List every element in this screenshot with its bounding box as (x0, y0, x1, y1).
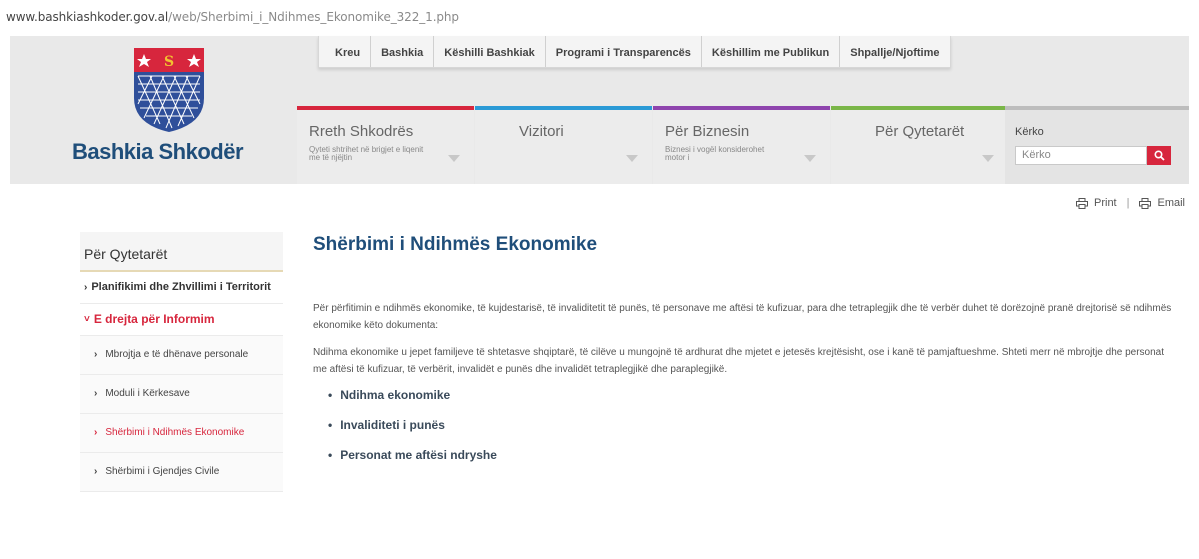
category-tabs: Rreth Shkodrës Qyteti shtrihet në brigje… (297, 106, 1009, 184)
tab-per-qytetaret[interactable]: Për Qytetarët (831, 106, 1008, 184)
list-item[interactable]: • Ndihma ekonomike (328, 388, 1173, 402)
chevron-down-icon[interactable] (626, 155, 638, 162)
chevron-right-icon: › (94, 427, 98, 438)
chevron-down-icon: ˅ (84, 314, 90, 325)
separator: | (1126, 197, 1130, 209)
sidebar-subitem-moduli[interactable]: › Moduli i Kërkesave (80, 375, 283, 414)
email-link[interactable]: Email (1157, 197, 1185, 209)
chevron-right-icon: › (84, 282, 88, 293)
sidebar-heading: Për Qytetarët (80, 232, 283, 272)
sidebar-subitem-gjendja-civile[interactable]: › Shërbimi i Gjendjes Civile (80, 453, 283, 492)
chevron-down-icon[interactable] (982, 155, 994, 162)
sidebar-item-planifikimi[interactable]: › Planifikimi dhe Zhvillimi i Territorit (80, 272, 283, 304)
sidebar-item-label: E drejta për Informim (93, 312, 215, 326)
sidebar: Për Qytetarët › Planifikimi dhe Zhvillim… (80, 232, 283, 492)
tab-subtitle: Biznesi i vogël konsiderohet motor i (665, 145, 765, 162)
sidebar-subitem-label: Shërbimi i Gjendjes Civile (105, 466, 220, 477)
list-item[interactable]: • Personat me aftësi ndryshe (328, 448, 1173, 462)
url-path: /web/Sherbimi_i_Ndihmes_Ekonomike_322_1.… (168, 10, 459, 24)
chevron-down-icon[interactable] (448, 155, 460, 162)
site-header: S Bashkia Shkodër Kreu Bashkia Këshilli … (10, 36, 1189, 184)
tab-title: Për Biznesin (665, 123, 750, 140)
top-menu-item[interactable]: Programi i Transparencës (544, 36, 701, 67)
search-panel: Kërko Kërko (1005, 106, 1189, 184)
chevron-down-icon[interactable] (804, 155, 816, 162)
email-icon[interactable] (1139, 197, 1152, 209)
printer-icon[interactable] (1076, 197, 1088, 209)
tab-title: Rreth Shkodrës (309, 123, 414, 140)
tab-color-bar (475, 106, 652, 110)
bullet-icon: • (328, 418, 333, 432)
sidebar-subitem-sherbimi-ndihmes[interactable]: › Shërbimi i Ndihmës Ekonomike (80, 414, 283, 453)
page-title: Shërbimi i Ndihmës Ekonomike (313, 234, 598, 255)
search-label: Kërko (1015, 126, 1044, 138)
tab-per-biznesin[interactable]: Për Biznesin Biznesi i vogël konsiderohe… (653, 106, 830, 184)
sidebar-item-e-drejta-per-informim[interactable]: ˅ E drejta për Informim (80, 304, 283, 336)
tab-color-bar (297, 106, 474, 110)
search-color-bar (1005, 106, 1189, 110)
brand-name: Bashkia Shkodër (72, 139, 244, 164)
top-menu-item[interactable]: Kreu (319, 36, 370, 67)
top-menu-item[interactable]: Këshilli Bashkiak (433, 36, 545, 67)
tab-color-bar (653, 106, 830, 110)
chevron-right-icon: › (94, 388, 98, 399)
search-input[interactable]: Kërko (1015, 146, 1147, 165)
link-ndihma-ekonomike[interactable]: Ndihma ekonomike (340, 388, 450, 402)
top-menu-item[interactable]: Këshillim me Publikun (700, 36, 839, 67)
tab-rreth-shkodres[interactable]: Rreth Shkodrës Qyteti shtrihet në brigje… (297, 106, 474, 184)
url-host: www.bashkiashkoder.gov.al (6, 10, 169, 24)
sidebar-subitem-label: Mbrojtja e të dhënave personale (105, 349, 249, 360)
search-button[interactable] (1147, 146, 1171, 165)
sidebar-subitem-mbrojtja[interactable]: › Mbrojtja e të dhënave personale (80, 336, 283, 375)
crest-letter: S (164, 54, 174, 70)
print-link[interactable]: Print (1094, 197, 1117, 209)
chevron-right-icon: › (94, 466, 98, 477)
city-crest-icon: S (134, 48, 204, 132)
top-menu-item[interactable]: Bashkia (370, 36, 433, 67)
bullet-icon: • (328, 388, 333, 402)
tab-title: Për Qytetarët (875, 123, 965, 140)
list-item[interactable]: • Invaliditeti i punës (328, 418, 1173, 432)
document-links: • Ndihma ekonomike • Invaliditeti i punës … (328, 388, 1173, 462)
utility-links: Print | Email (1076, 197, 1185, 209)
description-paragraph: Ndihma ekonomike u jepet familjeve të sh… (313, 347, 1165, 375)
logo-area[interactable]: S Bashkia Shkodër (10, 36, 295, 184)
sidebar-item-label: Planifikimi dhe Zhvillimi i Territorit (91, 281, 271, 293)
chevron-right-icon: › (94, 349, 98, 360)
main-content: Shërbimi i Ndihmës Ekonomike Për përfiti… (313, 232, 1173, 478)
top-menu: Kreu Bashkia Këshilli Bashkiak Programi … (318, 36, 951, 68)
link-personat-aftesi-ndryshe[interactable]: Personat me aftësi ndryshe (340, 448, 497, 462)
search-icon (1153, 150, 1165, 161)
link-invaliditeti[interactable]: Invaliditeti i punës (340, 418, 445, 432)
tab-subtitle: Qyteti shtrihet në brigjet e liqenit me … (309, 145, 424, 162)
sidebar-subitem-label: Moduli i Kërkesave (105, 388, 190, 399)
tab-vizitori[interactable]: Vizitori (475, 106, 652, 184)
tab-title: Vizitori (519, 123, 564, 140)
address-bar-url[interactable]: www.bashkiashkoder.gov.al/web/Sherbimi_i… (6, 10, 459, 24)
sidebar-subitem-label: Shërbimi i Ndihmës Ekonomike (105, 427, 245, 438)
bullet-icon: • (328, 448, 333, 462)
top-menu-item[interactable]: Shpallje/Njoftime (839, 36, 949, 67)
tab-color-bar (831, 106, 1008, 110)
intro-paragraph: Për përfitimin e ndihmës ekonomike, të k… (313, 303, 1172, 331)
